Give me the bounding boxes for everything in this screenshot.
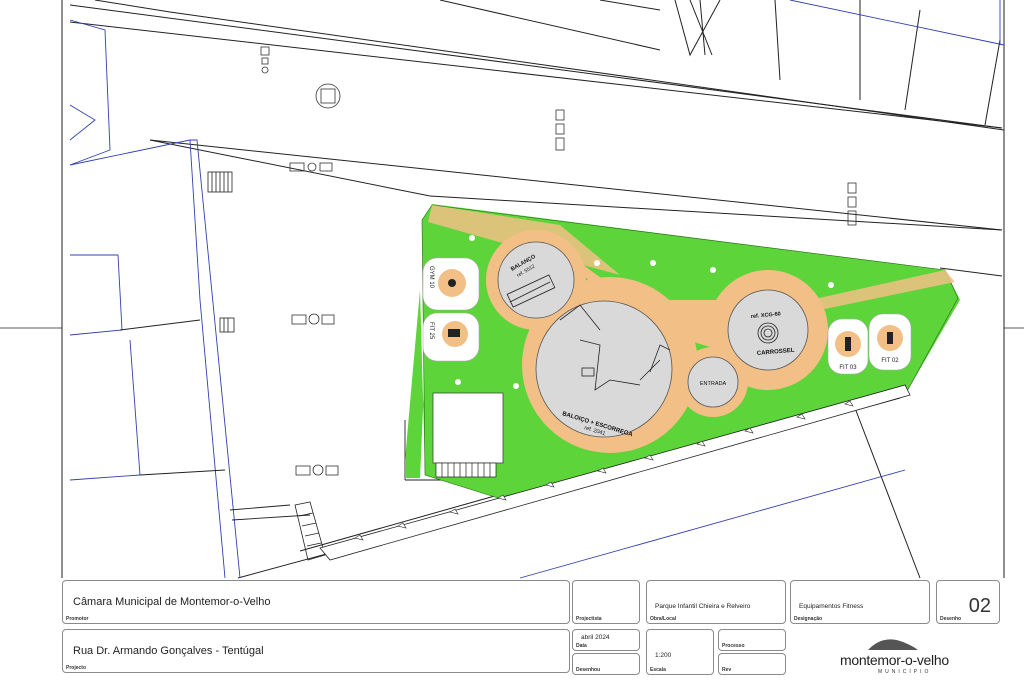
carrossel-zone bbox=[727, 289, 809, 371]
data-value: abril 2024 bbox=[581, 634, 610, 641]
designacao-cell: Equipamentos Fitness Designação bbox=[790, 580, 930, 624]
sheet-number: 02 bbox=[968, 595, 991, 617]
municipality-logo: montemor-o-velho MUNICÍPIO bbox=[778, 632, 968, 682]
balanco-zone bbox=[497, 241, 575, 319]
logo-wordmark: montemor-o-velho bbox=[840, 652, 949, 668]
escala-caption: Escala bbox=[650, 667, 666, 673]
baloico-zone bbox=[535, 300, 673, 438]
label-gym10: GYM 10 bbox=[428, 266, 434, 289]
stairs-left bbox=[207, 171, 326, 561]
projeto-caption: Projecto bbox=[66, 665, 87, 671]
processo-caption: Processo bbox=[722, 643, 745, 649]
desenhou-caption: Desenhou bbox=[576, 667, 601, 673]
label-fit02: FIT 02 bbox=[881, 358, 899, 364]
label-entrada: ENTRADA bbox=[700, 381, 727, 387]
local-caption: Obra/Local bbox=[650, 616, 677, 622]
projeto-value: Rua Dr. Armando Gonçalves - Tentúgal bbox=[73, 645, 264, 657]
local-cell: Parque Infantil Chieira e Relveiro Obra/… bbox=[646, 580, 786, 624]
promotor-cell: Câmara Municipal de Montemor-o-Velho Pro… bbox=[62, 580, 570, 624]
designacao-value: Equipamentos Fitness bbox=[799, 603, 864, 610]
projetista-caption: Projectista bbox=[576, 616, 602, 622]
data-caption: Data bbox=[576, 643, 587, 649]
desenho-caption: Desenho bbox=[940, 616, 962, 622]
desenho-cell: 02 Desenho bbox=[936, 580, 1000, 624]
label-fit25: FIT 25 bbox=[428, 322, 434, 340]
local-value: Parque Infantil Chieira e Relveiro bbox=[655, 603, 751, 610]
logo-subtitle: MUNICÍPIO bbox=[878, 669, 932, 675]
processo-cell: Processo bbox=[718, 629, 786, 651]
projetista-cell: Projectista bbox=[572, 580, 640, 624]
rev-caption: Rev bbox=[722, 667, 732, 673]
data-cell: abril 2024 Data bbox=[572, 629, 640, 651]
desenhou-cell: Desenhou bbox=[572, 653, 640, 675]
blue-lines-top-right bbox=[789, 0, 1005, 46]
designacao-caption: Designação bbox=[794, 616, 823, 622]
label-fit03: FIT 03 bbox=[839, 365, 857, 371]
promotor-value: Câmara Municipal de Montemor-o-Velho bbox=[73, 596, 271, 608]
rev-cell: Rev bbox=[718, 653, 786, 675]
stairs-bottom bbox=[435, 462, 497, 478]
promotor-caption: Promotor bbox=[66, 616, 89, 622]
projeto-cell: Rua Dr. Armando Gonçalves - Tentúgal Pro… bbox=[62, 629, 570, 673]
escala-cell: 1:200 Escala bbox=[646, 629, 714, 675]
escala-value: 1:200 bbox=[655, 652, 672, 659]
white-enclosure bbox=[432, 392, 504, 464]
